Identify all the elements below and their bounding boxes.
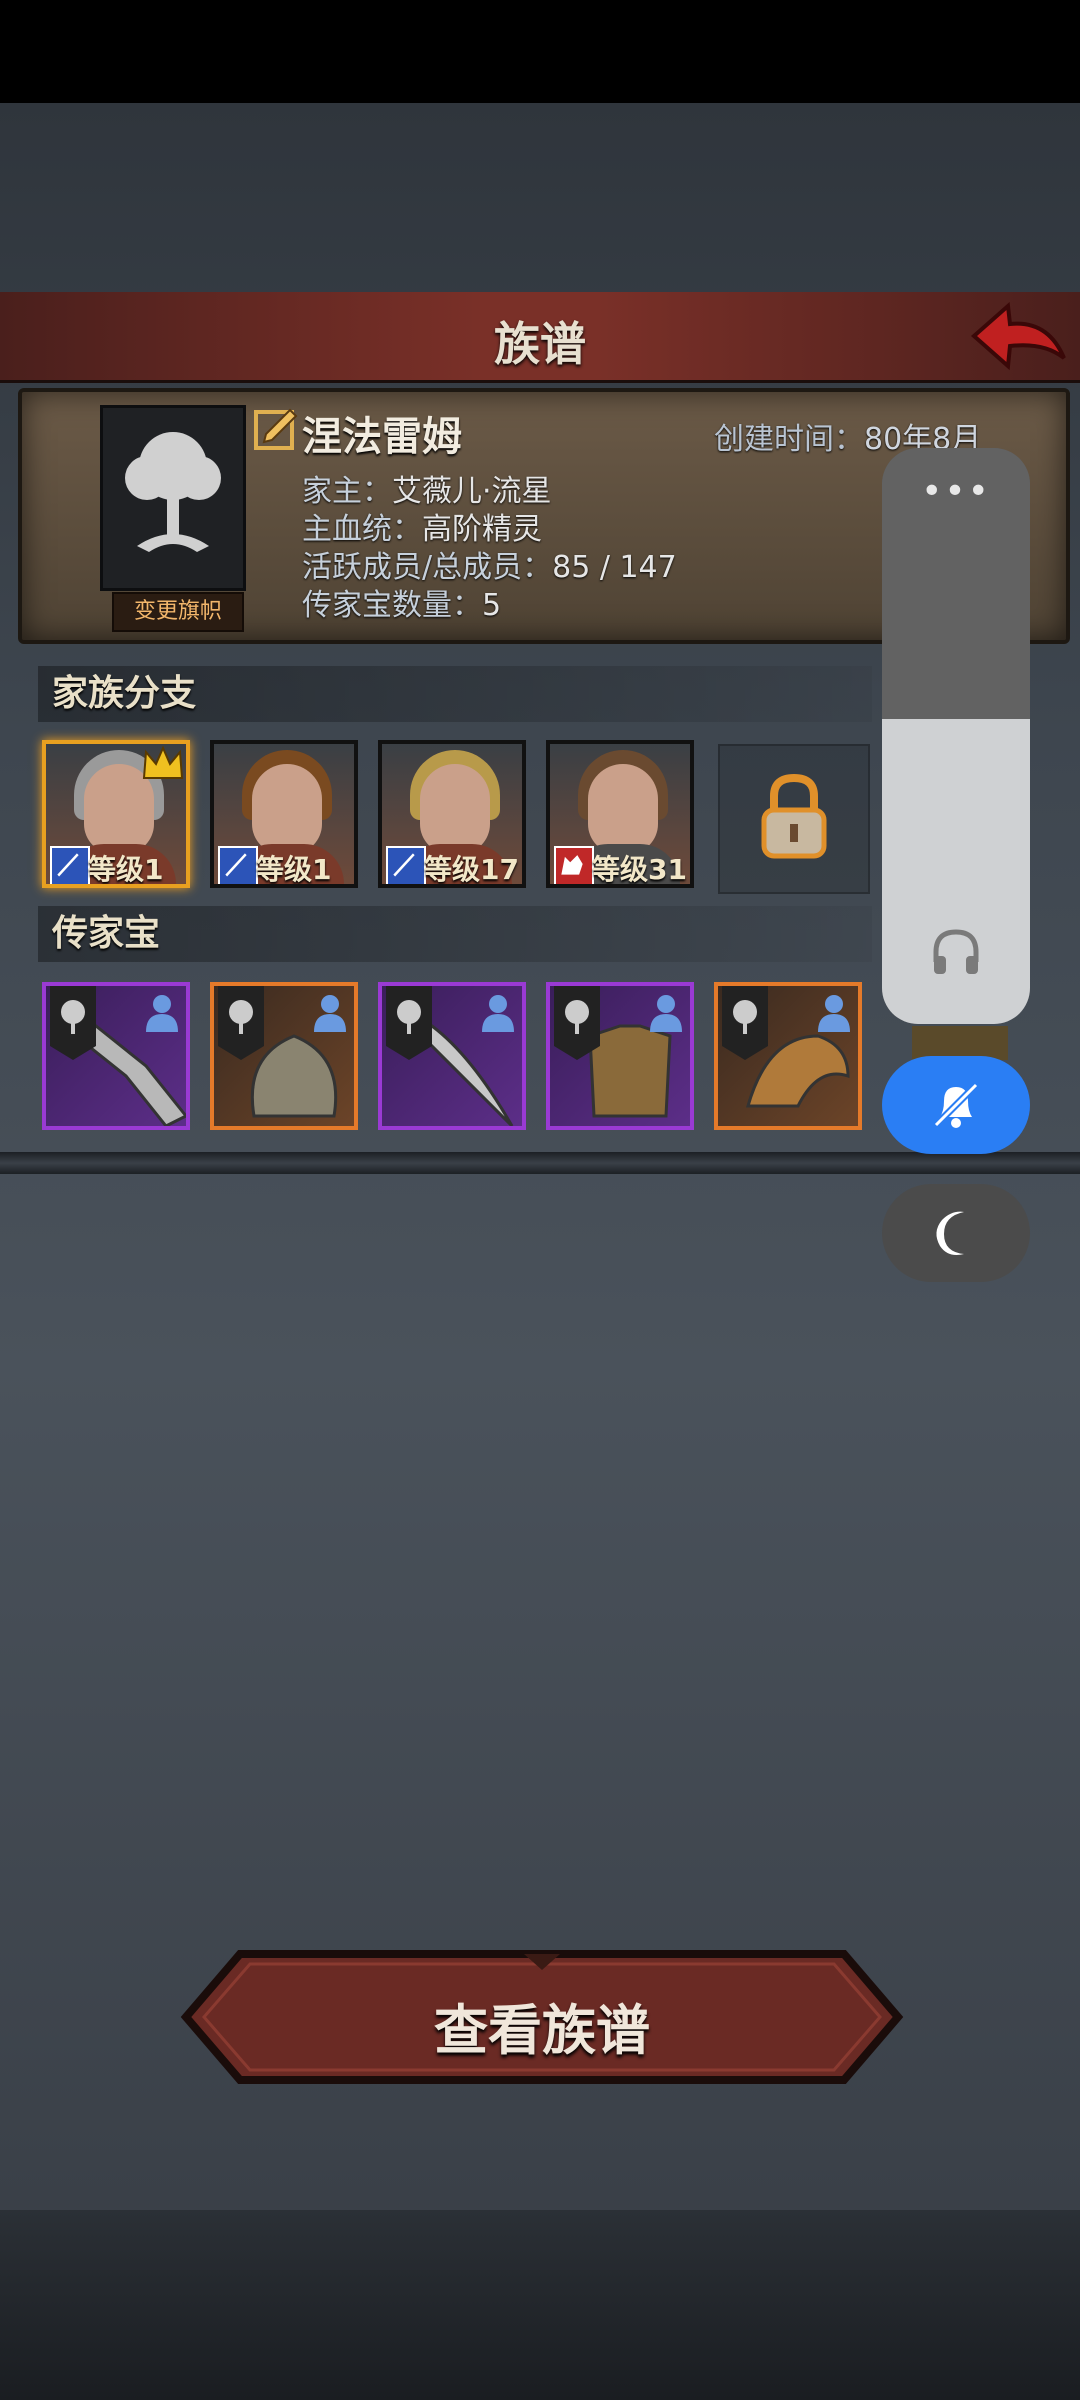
- heirloom-item-5[interactable]: [714, 982, 862, 1130]
- change-flag-button[interactable]: 变更旗帜: [112, 592, 244, 632]
- created-time-label: 创建时间：: [714, 422, 864, 457]
- family-banner[interactable]: [100, 405, 246, 591]
- view-family-tree-label: 查看族谱: [434, 1999, 650, 2062]
- person-icon: [146, 995, 178, 1032]
- heirloom-item-4[interactable]: [546, 982, 694, 1130]
- portrait-face: [588, 764, 658, 854]
- sword-icon: [218, 846, 258, 884]
- do-not-disturb-button[interactable]: [882, 1184, 1030, 1282]
- lock-icon: [761, 773, 827, 859]
- tree-banner-icon: [722, 986, 768, 1060]
- tree-banner-icon: [554, 986, 600, 1060]
- person-icon: [818, 995, 850, 1032]
- branch-member-3[interactable]: 等级17: [378, 740, 526, 888]
- more-options-icon[interactable]: •••: [882, 472, 1030, 512]
- bottom-strip: [0, 2210, 1080, 2400]
- headphone-icon: [933, 929, 979, 974]
- person-icon: [482, 995, 514, 1032]
- tree-emblem-icon: [125, 432, 221, 552]
- back-arrow-icon[interactable]: [968, 298, 1068, 374]
- branch-member-2[interactable]: 等级1: [210, 740, 358, 888]
- info-value: 5: [482, 588, 502, 623]
- wolf-icon: [554, 846, 594, 884]
- branches-section-title: 家族分支: [38, 666, 872, 722]
- branch-member-4[interactable]: 等级31: [546, 740, 694, 888]
- moon-icon: [936, 1211, 964, 1255]
- family-name: 涅法雷姆: [302, 414, 462, 460]
- person-icon: [314, 995, 346, 1032]
- crown-icon: [142, 746, 184, 779]
- member-level: 等级1: [88, 853, 164, 886]
- branch-member-1[interactable]: 等级1: [42, 740, 190, 888]
- sword-icon: [386, 846, 426, 884]
- tree-banner-icon: [50, 986, 96, 1060]
- heirloom-item-2[interactable]: [210, 982, 358, 1130]
- portrait-face: [252, 764, 322, 854]
- view-family-tree-button[interactable]: 查看族谱: [180, 1948, 904, 2086]
- edit-icon[interactable]: [252, 406, 300, 454]
- tree-banner-icon: [386, 986, 432, 1060]
- person-icon: [650, 995, 682, 1032]
- heirlooms-section-title: 传家宝: [38, 906, 872, 962]
- heirloom-item-1[interactable]: [42, 982, 190, 1130]
- add-slot-peek: [912, 1026, 1008, 1060]
- info-heirloom-count: 传家宝数量：5: [302, 580, 501, 624]
- volume-panel[interactable]: •••: [882, 448, 1030, 1024]
- locked-branch-slot[interactable]: [718, 744, 870, 894]
- sword-icon: [50, 846, 90, 884]
- section-divider: [0, 1152, 1080, 1174]
- heirloom-item-3[interactable]: [378, 982, 526, 1130]
- mute-toggle-button[interactable]: [882, 1056, 1030, 1154]
- member-level: 等级1: [256, 853, 332, 886]
- info-value: 85 / 147: [552, 550, 677, 585]
- info-label: 传家宝数量：: [302, 588, 482, 623]
- member-level: 等级31: [592, 853, 687, 886]
- volume-fill[interactable]: [882, 719, 1030, 1024]
- member-level: 等级17: [424, 853, 519, 886]
- tree-banner-icon: [218, 986, 264, 1060]
- header-bar: 族谱: [0, 292, 1080, 383]
- portrait-face: [420, 764, 490, 854]
- page-title: 族谱: [494, 317, 586, 371]
- bell-off-icon: [933, 1082, 979, 1128]
